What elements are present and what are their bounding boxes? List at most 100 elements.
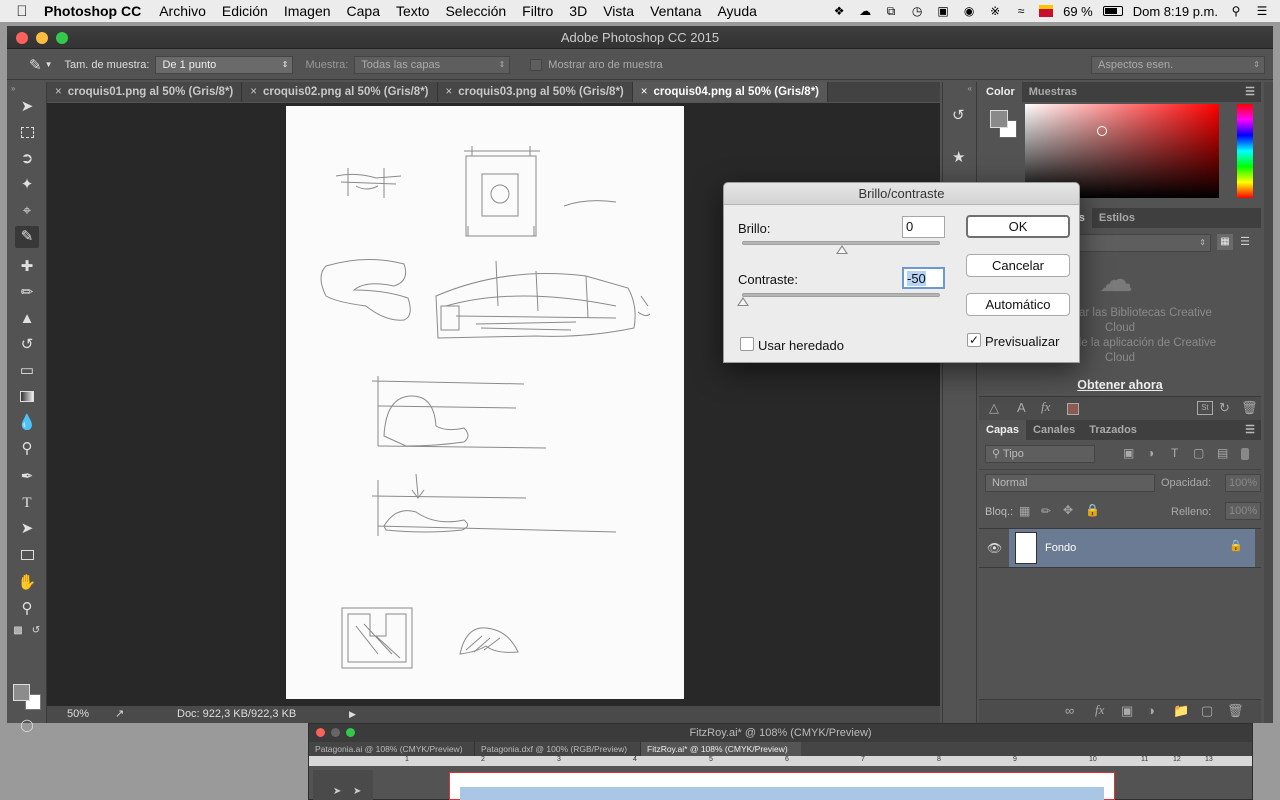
- add-color-icon[interactable]: [1067, 403, 1079, 415]
- close-tab-icon[interactable]: ×: [446, 86, 453, 98]
- show-ring-checkbox[interactable]: [530, 58, 543, 71]
- link-layers-icon[interactable]: ∞: [1065, 703, 1074, 718]
- filter-adjustment-icon[interactable]: ◑: [1147, 446, 1154, 460]
- minimize-button[interactable]: [36, 32, 48, 44]
- bg-tab-patagonia-dxf[interactable]: Patagonia.dxf @ 100% (RGB/Preview): [475, 742, 641, 756]
- lock-pixels-icon[interactable]: ✏: [1041, 504, 1051, 518]
- camera-icon[interactable]: ▣: [935, 4, 951, 18]
- menu-vista[interactable]: Vista: [603, 3, 634, 19]
- panel-menu-icon[interactable]: ☰: [1245, 420, 1261, 440]
- foreground-color-swatch[interactable]: [13, 684, 30, 701]
- play-right-icon[interactable]: ▶: [349, 706, 356, 723]
- grid-view-icon[interactable]: ▦: [1217, 234, 1233, 250]
- export-icon[interactable]: ↗: [115, 706, 124, 723]
- use-legacy-checkbox[interactable]: [740, 337, 754, 351]
- lock-position-icon[interactable]: ✥: [1063, 503, 1073, 517]
- close-button[interactable]: [16, 32, 28, 44]
- bluetooth-icon[interactable]: ※: [987, 4, 1003, 18]
- new-layer-icon[interactable]: ▢: [1201, 703, 1213, 719]
- history-panel-icon[interactable]: ↺: [952, 106, 965, 124]
- background-app-window[interactable]: FitzRoy.ai* @ 108% (CMYK/Preview) Patago…: [308, 723, 1253, 800]
- timer-icon[interactable]: ◷: [909, 4, 925, 18]
- layer-filter-select[interactable]: ⚲ Tipo: [985, 445, 1095, 463]
- auto-button[interactable]: Automático: [966, 293, 1070, 316]
- bg-tab-fitzroy[interactable]: FitzRoy.ai* @ 108% (CMYK/Preview): [641, 742, 801, 756]
- chevron-down-icon[interactable]: ▼: [45, 60, 53, 69]
- bg-selection-tool-icon[interactable]: ➤: [333, 786, 341, 797]
- new-group-icon[interactable]: 📁: [1173, 703, 1189, 719]
- zoom-level[interactable]: 50%: [67, 706, 89, 723]
- marquee-tool-icon[interactable]: [15, 122, 39, 144]
- cancel-button[interactable]: Cancelar: [966, 254, 1070, 277]
- delete-layer-icon[interactable]: 🗑: [1227, 703, 1244, 719]
- filter-type-icon[interactable]: T: [1171, 446, 1178, 460]
- layer-style-icon[interactable]: fx: [1095, 702, 1104, 718]
- sample-size-select[interactable]: De 1 punto ⇕: [155, 55, 294, 74]
- ok-button[interactable]: OK: [966, 215, 1070, 238]
- bg-zoom-button[interactable]: [346, 728, 355, 737]
- blur-tool-icon[interactable]: 💧: [15, 412, 39, 434]
- menu-capa[interactable]: Capa: [347, 3, 380, 19]
- bg-close-button[interactable]: [316, 728, 325, 737]
- quick-mask-icon[interactable]: ◯: [15, 714, 39, 736]
- hand-tool-icon[interactable]: ✋: [15, 572, 39, 594]
- sync-icon[interactable]: ↻: [1219, 400, 1230, 416]
- tab-paths[interactable]: Trazados: [1082, 420, 1144, 440]
- list-view-icon[interactable]: ☰: [1237, 234, 1253, 250]
- tab-layers[interactable]: Capas: [979, 420, 1027, 440]
- dodge-tool-icon[interactable]: ⚲: [15, 438, 39, 460]
- sample-select[interactable]: Todas las capas ⇕: [354, 55, 511, 74]
- use-legacy-label[interactable]: Usar heredado: [758, 338, 844, 353]
- menu-archivo[interactable]: Archivo: [159, 3, 206, 19]
- library-select[interactable]: ⇕: [1079, 234, 1211, 252]
- menu-ventana[interactable]: Ventana: [650, 3, 701, 19]
- add-text-icon[interactable]: A: [1017, 400, 1026, 415]
- history-brush-tool-icon[interactable]: ↺: [15, 334, 39, 356]
- creative-cloud-icon[interactable]: ☁: [857, 4, 873, 18]
- lock-all-icon[interactable]: 🔒: [1085, 503, 1100, 517]
- bg-tab-patagonia-ai[interactable]: Patagonia.ai @ 108% (CMYK/Preview): [309, 742, 475, 756]
- trash-icon[interactable]: 🗑: [1241, 400, 1258, 416]
- brightness-input[interactable]: 0: [902, 216, 945, 238]
- close-tab-icon[interactable]: ×: [250, 86, 257, 98]
- panel-collapse-icon[interactable]: »: [11, 84, 15, 93]
- close-tab-icon[interactable]: ×: [641, 86, 648, 98]
- battery-icon[interactable]: [1102, 6, 1123, 16]
- visibility-eye-icon[interactable]: 👁: [987, 541, 1002, 555]
- contrast-slider[interactable]: [742, 293, 940, 297]
- brush-tool-icon[interactable]: ✏: [15, 282, 39, 304]
- pen-tool-icon[interactable]: ✒: [15, 466, 39, 488]
- filter-shape-icon[interactable]: ▢: [1193, 446, 1204, 460]
- notification-center-icon[interactable]: ☰: [1254, 4, 1270, 18]
- fill-input[interactable]: 100%: [1225, 502, 1261, 520]
- search-icon[interactable]: ⚲: [1228, 4, 1244, 18]
- eyedropper-preset-icon[interactable]: ✎: [29, 56, 42, 74]
- get-now-link[interactable]: Obtener ahora: [979, 378, 1261, 392]
- menu-seleccion[interactable]: Selección: [445, 3, 506, 19]
- blend-mode-select[interactable]: Normal: [985, 474, 1155, 492]
- menu-imagen[interactable]: Imagen: [284, 3, 331, 19]
- workspace-select[interactable]: Aspectos esen. ⇕: [1091, 55, 1265, 74]
- contrast-slider-thumb[interactable]: [737, 297, 749, 306]
- dropbox-icon[interactable]: ❖: [831, 4, 847, 18]
- preview-label[interactable]: Previsualizar: [985, 334, 1059, 349]
- tab-croquis04[interactable]: × croquis04.png al 50% (Gris/8*): [632, 82, 828, 102]
- app-menu[interactable]: Photoshop CC: [44, 3, 141, 19]
- eyedropper-tool-icon[interactable]: ✎: [15, 226, 39, 248]
- path-selection-tool-icon[interactable]: ➤: [15, 518, 39, 540]
- tab-channels[interactable]: Canales: [1026, 420, 1082, 440]
- apple-icon[interactable]: : [0, 3, 44, 20]
- lasso-tool-icon[interactable]: ➲: [15, 148, 39, 170]
- adjustment-layer-icon[interactable]: ◑: [1147, 703, 1155, 718]
- gradient-tool-icon[interactable]: [15, 386, 39, 408]
- screen-share-icon[interactable]: ⧉: [883, 4, 899, 18]
- tab-swatches[interactable]: Muestras: [1022, 82, 1084, 102]
- menu-filtro[interactable]: Filtro: [522, 3, 553, 19]
- crop-tool-icon[interactable]: ⌖: [15, 200, 39, 222]
- close-tab-icon[interactable]: ×: [55, 86, 62, 98]
- brightness-slider-thumb[interactable]: [836, 245, 848, 254]
- swap-colors-icon[interactable]: ↺: [29, 620, 43, 642]
- type-tool-icon[interactable]: T: [15, 492, 39, 514]
- menu-edicion[interactable]: Edición: [222, 3, 268, 19]
- disk-icon[interactable]: ◉: [961, 4, 977, 18]
